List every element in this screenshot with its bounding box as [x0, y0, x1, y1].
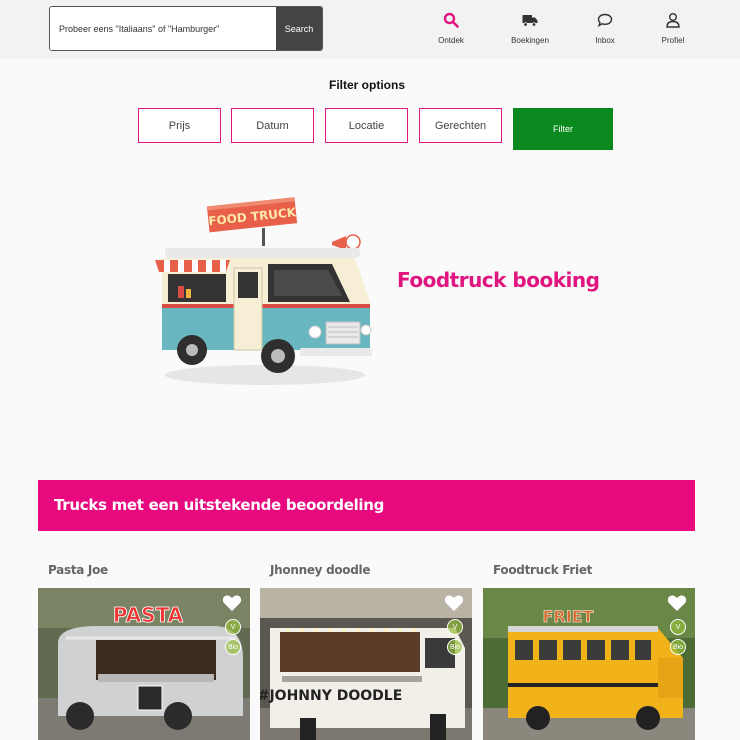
truck-card-pasta-joe[interactable]: Pasta Joe PASTA V Bio: [38, 560, 250, 740]
bio-badge: Bio: [670, 639, 686, 655]
filter-prijs-button[interactable]: Prijs: [138, 108, 221, 143]
truck-name: Jhonney doodle: [270, 563, 371, 577]
truck-card-foodtruck-friet[interactable]: Foodtruck Friet FRIET V Bio: [483, 560, 695, 740]
food-truck-illustration: FOOD TRUCK: [155, 197, 372, 385]
filter-datum-button[interactable]: Datum: [231, 108, 314, 143]
favorite-heart-icon[interactable]: [222, 594, 242, 612]
favorite-heart-icon[interactable]: [444, 594, 464, 612]
bio-badge: Bio: [225, 639, 241, 655]
truck-icon: [522, 15, 538, 27]
nav-label: Profiel: [661, 36, 685, 45]
nav-item-boekingen[interactable]: Boekingen: [500, 12, 560, 52]
nav-label: Ontdek: [438, 36, 464, 45]
hero-title: Foodtruck booking: [397, 268, 600, 292]
search-bar: Search: [49, 6, 323, 51]
section-banner: Trucks met een uitstekende beoordeling: [38, 480, 695, 531]
search-icon: [443, 12, 459, 28]
truck-sign-text: FRIET: [542, 607, 593, 626]
truck-name: Pasta Joe: [48, 563, 108, 577]
nav-item-inbox[interactable]: Inbox: [575, 12, 635, 52]
vegetarian-badge: V: [447, 619, 463, 635]
search-button[interactable]: Search: [276, 7, 322, 50]
nav-item-ontdek[interactable]: Ontdek: [421, 12, 481, 52]
nav-item-profiel[interactable]: Profiel: [643, 12, 703, 52]
search-input[interactable]: [50, 7, 278, 50]
vegetarian-badge: V: [670, 619, 686, 635]
top-header: Search Ontdek Boekingen Inbox Profiel: [0, 0, 740, 58]
user-icon: [666, 13, 680, 28]
truck-sign-text: #JOHNNY DOODLE: [260, 688, 402, 704]
truck-name: Foodtruck Friet: [493, 563, 593, 577]
truck-photo[interactable]: FRIET V Bio: [483, 588, 695, 740]
bio-badge: Bio: [447, 639, 463, 655]
filter-locatie-button[interactable]: Locatie: [325, 108, 408, 143]
chat-icon: [597, 13, 613, 27]
filter-gerechten-button[interactable]: Gerechten: [419, 108, 502, 143]
truck-card-jhonney-doodle[interactable]: Jhonney doodle #JOHNNY DOODLE V Bio: [260, 560, 472, 740]
filter-submit-button[interactable]: Filter: [513, 108, 613, 150]
truck-photo[interactable]: #JOHNNY DOODLE V Bio: [260, 588, 472, 740]
filter-title: Filter options: [329, 78, 405, 92]
section-banner-text: Trucks met een uitstekende beoordeling: [54, 496, 385, 514]
nav-label: Boekingen: [511, 36, 549, 45]
truck-photo[interactable]: PASTA V Bio: [38, 588, 250, 740]
favorite-heart-icon[interactable]: [667, 594, 687, 612]
truck-sign-text: PASTA: [113, 603, 184, 627]
nav-label: Inbox: [595, 36, 615, 45]
vegetarian-badge: V: [225, 619, 241, 635]
